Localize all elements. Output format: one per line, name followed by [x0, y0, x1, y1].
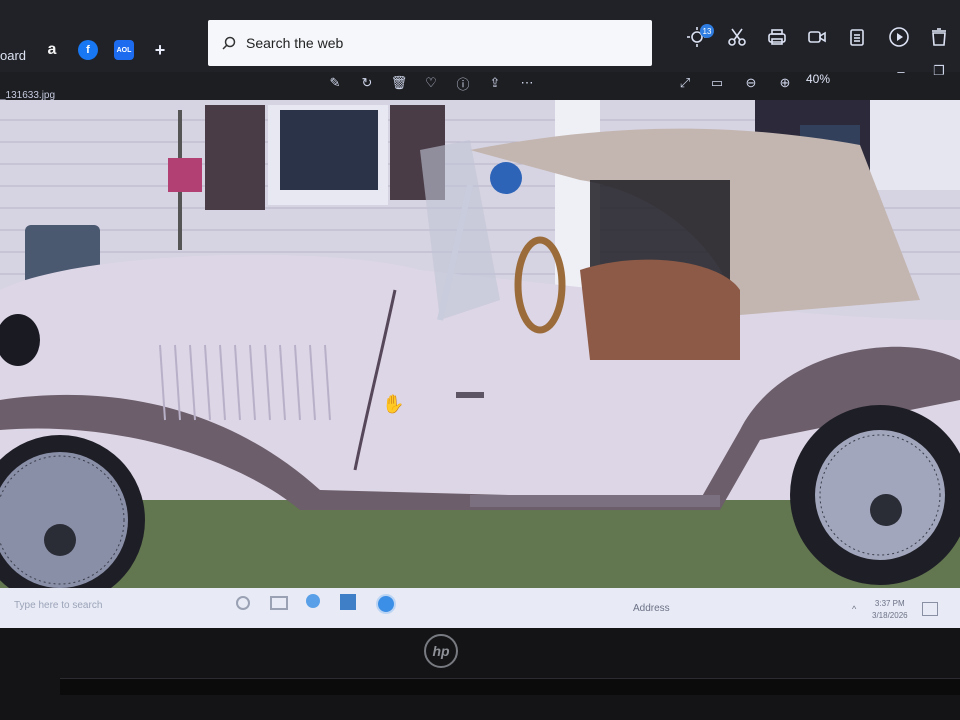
notification-badge: 13	[700, 24, 714, 38]
laptop-hinge	[60, 678, 960, 695]
aol-icon[interactable]: AOL	[114, 40, 134, 60]
edit-icon[interactable]: ✎	[326, 74, 344, 92]
print-icon[interactable]	[766, 26, 788, 48]
clipboard-icon[interactable]	[846, 26, 868, 48]
web-search-box[interactable]: Search the web	[208, 20, 652, 66]
chrome-icon[interactable]	[376, 594, 396, 614]
windows-taskbar	[0, 588, 960, 628]
car-photo: ✋	[0, 100, 960, 588]
video-icon[interactable]	[806, 26, 828, 48]
minimize-icon[interactable]: –	[892, 62, 910, 80]
zoom-out-icon[interactable]: ⊖	[742, 74, 760, 92]
play-icon[interactable]	[888, 26, 910, 48]
add-favorite-button[interactable]: +	[150, 40, 170, 60]
facebook-icon[interactable]: f	[78, 40, 98, 60]
photos-app-icon[interactable]	[340, 594, 356, 610]
favorite-icon[interactable]: ♡	[422, 74, 440, 92]
svg-text:✋: ✋	[382, 393, 404, 415]
taskbar-clock[interactable]: 3:37 PM 3/18/2026	[872, 598, 908, 622]
laptop-bezel	[0, 628, 960, 720]
more-icon[interactable]: ⋯	[518, 74, 536, 92]
hp-logo: hp	[424, 634, 458, 668]
delete-icon[interactable]: 🗑	[390, 74, 408, 92]
zoom-level: 40%	[806, 72, 831, 86]
clock-date: 3/18/2026	[872, 611, 908, 620]
address-toolbar[interactable]: Address	[633, 603, 670, 614]
task-view-icon[interactable]	[270, 596, 288, 610]
chevron-up-icon[interactable]: ^	[852, 604, 856, 614]
share-icon[interactable]: ⇪	[486, 74, 504, 92]
trash-icon[interactable]	[928, 26, 950, 48]
search-icon	[222, 36, 236, 50]
restore-icon[interactable]: ❐	[930, 62, 948, 80]
scissors-icon[interactable]	[726, 26, 748, 48]
rotate-icon[interactable]: ↻	[358, 74, 376, 92]
search-placeholder: Search the web	[246, 35, 344, 51]
taskbar-search[interactable]: Type here to search	[14, 600, 102, 611]
amazon-icon[interactable]: a	[42, 40, 62, 60]
expand-icon[interactable]: ⤢	[676, 74, 694, 92]
notification-center-icon[interactable]	[922, 602, 938, 616]
edge-icon[interactable]	[306, 594, 320, 608]
info-icon[interactable]: ⓘ	[454, 74, 472, 92]
cortana-icon[interactable]	[236, 596, 250, 610]
zoom-in-icon[interactable]: ⊕	[776, 74, 794, 92]
laptop-screen: oard a f AOL + Search the web 13 _131633…	[0, 0, 960, 628]
clock-time: 3:37 PM	[874, 599, 905, 608]
browser-tab-partial[interactable]: oard	[0, 48, 26, 63]
fit-icon[interactable]: ▭	[708, 74, 726, 92]
